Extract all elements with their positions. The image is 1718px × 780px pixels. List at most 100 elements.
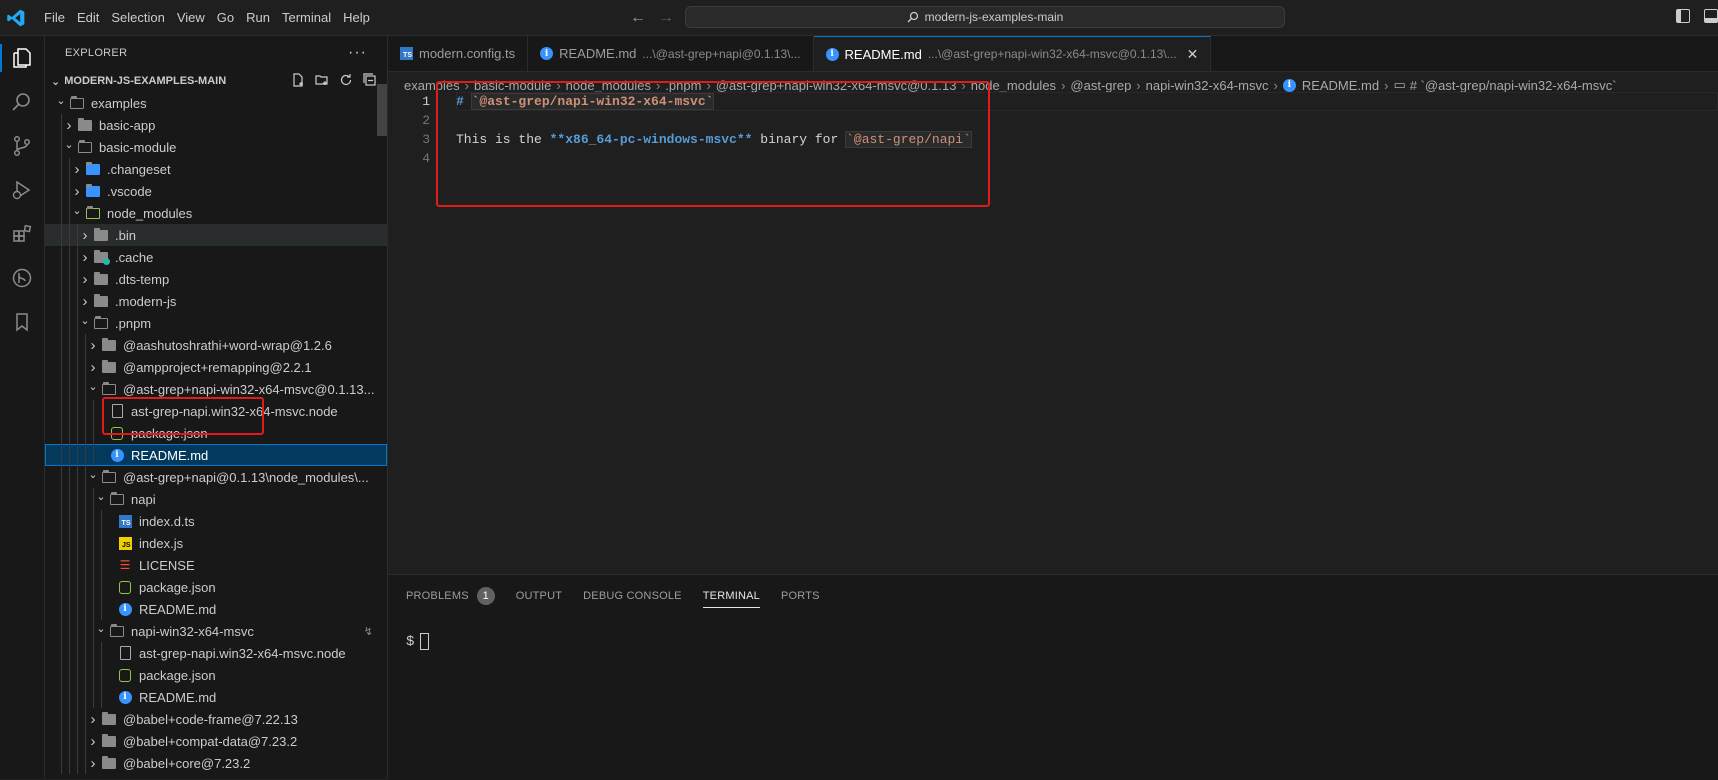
workspace-root[interactable]: ⌄ MODERN-JS-EXAMPLES-MAIN	[45, 70, 387, 92]
menu-item-terminal[interactable]: Terminal	[276, 10, 337, 25]
chevron-right-icon: ›	[90, 754, 96, 772]
tree-item-label: examples	[91, 95, 147, 111]
indent-guide	[85, 400, 86, 422]
indent-guide	[61, 378, 62, 400]
folder-icon	[101, 755, 117, 771]
forward-arrow-icon[interactable]: →	[658, 9, 686, 26]
indent-guide	[61, 158, 62, 180]
toggle-panel-icon[interactable]	[1704, 9, 1718, 23]
search-icon[interactable]	[0, 80, 44, 124]
sidebar-scrollbar[interactable]	[377, 84, 387, 136]
menu-item-go[interactable]: Go	[211, 10, 240, 25]
indent-guide	[69, 268, 70, 290]
close-icon[interactable]: ✕	[1187, 46, 1199, 63]
folder-open-icon	[109, 623, 125, 639]
editor-tab[interactable]: i README.md ...\@ast-grep+napi@0.1.13\...	[528, 36, 814, 71]
tree-file[interactable]: ast-grep-napi.win32-x64-msvc.node	[45, 642, 387, 664]
explorer-icon[interactable]	[0, 36, 44, 80]
tree-item-label: LICENSE	[139, 557, 195, 573]
tree-folder[interactable]: › .dts-temp	[45, 268, 387, 290]
breadcrumb-item[interactable]: napi-win32-x64-msvc	[1146, 78, 1269, 93]
editor-tabs: TS modern.config.ts i README.md ...\@ast-gre…	[388, 36, 1718, 72]
indent-guide	[85, 554, 86, 576]
menu-item-help[interactable]: Help	[337, 10, 376, 25]
tree-folder[interactable]: › .changeset	[45, 158, 387, 180]
tree-file[interactable]: i README.md	[45, 444, 387, 466]
indent-guide	[69, 444, 70, 466]
tree-file[interactable]: i README.md	[45, 598, 387, 620]
tree-folder[interactable]: ⌄ basic-module	[45, 136, 387, 158]
tree-folder[interactable]: › .modern-js	[45, 290, 387, 312]
info-icon: i	[117, 601, 133, 617]
menu-item-selection[interactable]: Selection	[105, 10, 170, 25]
tree-folder[interactable]: › basic-app	[45, 114, 387, 136]
collapse-all-icon[interactable]	[363, 73, 377, 87]
tree-folder[interactable]: › .vscode	[45, 180, 387, 202]
workspace-root-label: MODERN-JS-EXAMPLES-MAIN	[64, 75, 227, 87]
indent-guide	[101, 510, 102, 532]
bookmark-icon[interactable]	[0, 300, 44, 344]
indent-guide	[69, 598, 70, 620]
tree-folder[interactable]: › @babel+code-frame@7.22.13	[45, 708, 387, 730]
breadcrumb-item[interactable]: @ast-grep	[1070, 78, 1131, 93]
extensions-icon[interactable]	[0, 212, 44, 256]
menu-item-file[interactable]: File	[38, 10, 71, 25]
menu-item-run[interactable]: Run	[240, 10, 276, 25]
tree-file[interactable]: TS index.d.ts	[45, 510, 387, 532]
tree-folder[interactable]: ⌄ napi-win32-x64-msvc ↯	[45, 620, 387, 642]
run-debug-icon[interactable]	[0, 168, 44, 212]
source-control-icon[interactable]	[0, 124, 44, 168]
breadcrumb-item[interactable]: README.md	[1302, 78, 1379, 93]
symbol-string-icon: ▭	[1393, 77, 1406, 92]
tab-debug-console[interactable]: DEBUG CONSOLE	[583, 590, 682, 607]
more-actions-icon[interactable]: ···	[348, 44, 367, 62]
tree-folder[interactable]: ⌄ examples	[45, 92, 387, 114]
tree-file[interactable]: i README.md	[45, 686, 387, 708]
tree-folder[interactable]: › .bin	[45, 224, 387, 246]
git-graph-icon[interactable]	[0, 256, 44, 300]
tree-item-label: .dts-temp	[115, 271, 170, 287]
package-json-icon	[117, 579, 133, 595]
tree-folder[interactable]: › @babel+core@7.23.2	[45, 752, 387, 774]
indent-guide	[61, 224, 62, 246]
chevron-right-icon: ›	[74, 182, 80, 200]
tree-file[interactable]: package.json	[45, 576, 387, 598]
tree-folder[interactable]: › @ampproject+remapping@2.2.1	[45, 356, 387, 378]
tree-folder[interactable]: ⌄ node_modules	[45, 202, 387, 224]
tree-file[interactable]: JS index.js	[45, 532, 387, 554]
tab-terminal[interactable]: TERMINAL	[702, 590, 760, 608]
problems-count-badge: 1	[476, 587, 495, 605]
tree-file[interactable]: ☰ LICENSE	[45, 554, 387, 576]
tree-folder[interactable]: ⌄ .pnpm	[45, 312, 387, 334]
command-center-search[interactable]: modern-js-examples-main	[685, 6, 1285, 28]
menu-item-view[interactable]: View	[171, 10, 211, 25]
tab-problems[interactable]: PROBLEMS 1	[406, 587, 495, 610]
editor-tab[interactable]: TS modern.config.ts	[388, 36, 529, 71]
tab-label: modern.config.ts	[419, 46, 516, 61]
back-arrow-icon[interactable]: ←	[630, 9, 658, 26]
tab-ports[interactable]: PORTS	[781, 590, 820, 607]
new-folder-icon[interactable]	[315, 73, 329, 87]
tree-folder[interactable]: › @babel+compat-data@7.23.2	[45, 730, 387, 752]
breadcrumb-item[interactable]: # `@ast-grep/napi-win32-x64-msvc`	[1410, 78, 1617, 93]
tree-folder[interactable]: › @aashutoshrathi+word-wrap@1.2.6	[45, 334, 387, 356]
menu-item-edit[interactable]: Edit	[71, 10, 105, 25]
tree-folder[interactable]: ⌄ napi	[45, 488, 387, 510]
new-file-icon[interactable]	[291, 73, 305, 87]
indent-guide	[93, 510, 94, 532]
tab-output[interactable]: OUTPUT	[516, 590, 562, 607]
editor-tab[interactable]: i README.md ...\@ast-grep+napi-win32-x64-m…	[813, 36, 1212, 71]
indent-guide	[61, 532, 62, 554]
indent-guide	[77, 356, 78, 378]
typescript-icon: TS	[117, 513, 133, 529]
tree-folder[interactable]: ⌄ @ast-grep+napi@0.1.13\node_modules\...	[45, 466, 387, 488]
indent-guide	[101, 554, 102, 576]
tree-file[interactable]: package.json	[45, 664, 387, 686]
tree-folder[interactable]: › .cache	[45, 246, 387, 268]
toggle-sidebar-icon[interactable]	[1676, 9, 1690, 23]
refresh-icon[interactable]	[339, 73, 353, 87]
indent-guide	[61, 114, 62, 136]
indent-guide	[77, 312, 78, 334]
terminal[interactable]: $	[406, 633, 430, 650]
